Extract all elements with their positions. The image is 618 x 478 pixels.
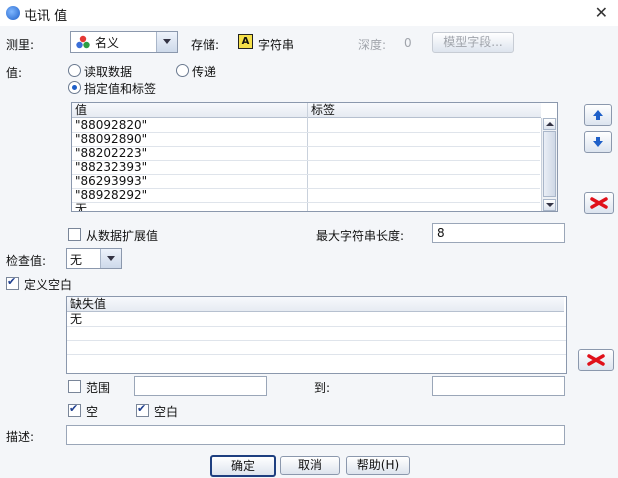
close-icon[interactable]: ✕ bbox=[595, 3, 608, 22]
label-cell[interactable] bbox=[308, 202, 311, 211]
ok-button[interactable]: 确定 bbox=[210, 455, 276, 477]
description-input[interactable] bbox=[66, 425, 565, 445]
move-down-button[interactable] bbox=[584, 131, 612, 153]
null-label: 空 bbox=[86, 405, 99, 419]
label-column-header[interactable]: 标签 bbox=[308, 103, 541, 118]
delete-icon bbox=[590, 197, 608, 209]
nominal-icon bbox=[76, 35, 90, 49]
storage-label: 存储: bbox=[191, 38, 220, 52]
whitespace-label: 空白 bbox=[154, 405, 179, 419]
label-cell[interactable] bbox=[308, 160, 311, 174]
value-cell[interactable]: "88928292" bbox=[72, 188, 147, 202]
values-dialog: 屯讯 值 ✕ 测里: 名义 存储: A 字符串 深度: 0 模型字段... 值:… bbox=[0, 0, 618, 478]
depth-label: 深度: bbox=[358, 38, 387, 52]
specify-values-label: 指定值和标签 bbox=[84, 82, 157, 96]
label-cell[interactable] bbox=[308, 174, 311, 188]
help-button[interactable]: 帮助(H) bbox=[346, 456, 410, 475]
define-blank-checkbox[interactable] bbox=[6, 275, 19, 290]
delete-icon bbox=[587, 354, 605, 366]
define-blank-label: 定义空白 bbox=[24, 278, 73, 292]
delete-value-button[interactable] bbox=[584, 192, 614, 214]
extend-from-data-label: 从数据扩展值 bbox=[86, 229, 159, 243]
table-scrollbar[interactable] bbox=[541, 118, 557, 211]
table-row[interactable]: 无 bbox=[72, 202, 540, 211]
specify-values-radio[interactable] bbox=[68, 81, 81, 94]
check-values-value: 无 bbox=[70, 253, 83, 267]
pass-label: 传递 bbox=[192, 65, 217, 79]
arrow-down-icon bbox=[593, 137, 603, 147]
measure-select[interactable]: 名义 bbox=[70, 31, 178, 53]
label-cell[interactable] bbox=[308, 118, 311, 132]
chevron-down-icon[interactable] bbox=[156, 32, 177, 52]
label-cell[interactable] bbox=[308, 132, 311, 146]
table-row[interactable]: "88092820" bbox=[72, 118, 540, 133]
window-title: 屯讯 值 bbox=[24, 9, 68, 24]
description-label: 描述: bbox=[6, 430, 35, 444]
table-row[interactable] bbox=[67, 326, 566, 341]
depth-value: 0 bbox=[404, 36, 412, 50]
missing-values-table[interactable]: 缺失值 无 bbox=[66, 296, 567, 374]
values-label: 值: bbox=[6, 66, 23, 80]
extend-from-data-checkbox[interactable] bbox=[68, 228, 81, 241]
value-cell[interactable]: "88092890" bbox=[72, 132, 147, 146]
check-values-select[interactable]: 无 bbox=[66, 248, 122, 269]
table-row[interactable]: "88202223" bbox=[72, 146, 540, 161]
read-data-label: 读取数据 bbox=[84, 65, 133, 79]
title-bar: 屯讯 值 ✕ bbox=[0, 0, 618, 26]
whitespace-checkbox[interactable] bbox=[136, 402, 149, 417]
max-string-length-input[interactable]: 8 bbox=[432, 223, 565, 243]
scroll-thumb[interactable] bbox=[543, 131, 556, 197]
range-checkbox[interactable] bbox=[68, 380, 81, 393]
chevron-down-icon[interactable] bbox=[100, 249, 121, 268]
measure-value: 名义 bbox=[95, 36, 120, 50]
table-row[interactable]: "88232393" bbox=[72, 160, 540, 175]
value-cell[interactable]: "86293993" bbox=[72, 174, 147, 188]
scroll-up-icon[interactable] bbox=[543, 118, 556, 130]
string-type-icon: A bbox=[238, 34, 253, 49]
model-field-button[interactable]: 模型字段... bbox=[432, 32, 514, 53]
scroll-down-icon[interactable] bbox=[543, 199, 556, 211]
values-table[interactable]: 值 标签 "88092820" "88092890" "88202223" "8… bbox=[71, 102, 558, 212]
table-row[interactable]: "88092890" bbox=[72, 132, 540, 147]
range-label: 范围 bbox=[86, 381, 111, 395]
value-cell[interactable]: "88092820" bbox=[72, 118, 147, 132]
check-values-label: 检查值: bbox=[6, 254, 47, 268]
table-row[interactable]: 无 bbox=[67, 312, 566, 327]
delete-missing-button[interactable] bbox=[578, 349, 614, 371]
missing-value-cell[interactable] bbox=[67, 326, 70, 340]
app-icon bbox=[6, 6, 20, 20]
arrow-up-icon bbox=[593, 110, 603, 120]
missing-value-cell[interactable] bbox=[67, 340, 70, 354]
cancel-button[interactable]: 取消 bbox=[280, 456, 340, 475]
pass-radio[interactable] bbox=[176, 64, 189, 77]
value-cell[interactable]: "88202223" bbox=[72, 146, 147, 160]
max-string-length-label: 最大字符串长度: bbox=[316, 229, 405, 243]
range-to-label: 到: bbox=[314, 381, 331, 395]
value-cell[interactable]: 无 bbox=[72, 202, 87, 211]
missing-values-header[interactable]: 缺失值 bbox=[67, 297, 564, 312]
table-row[interactable] bbox=[67, 340, 566, 355]
table-row[interactable]: "86293993" bbox=[72, 174, 540, 189]
range-from-input[interactable] bbox=[134, 376, 267, 396]
read-data-radio[interactable] bbox=[68, 64, 81, 77]
move-up-button[interactable] bbox=[584, 104, 612, 126]
value-cell[interactable]: "88232393" bbox=[72, 160, 147, 174]
label-cell[interactable] bbox=[308, 146, 311, 160]
null-checkbox[interactable] bbox=[68, 402, 81, 417]
storage-value: 字符串 bbox=[258, 38, 295, 52]
missing-value-cell[interactable]: 无 bbox=[67, 312, 82, 326]
value-column-header[interactable]: 值 bbox=[72, 103, 307, 118]
table-row[interactable]: "88928292" bbox=[72, 188, 540, 203]
label-cell[interactable] bbox=[308, 188, 311, 202]
range-to-input[interactable] bbox=[432, 376, 565, 396]
measure-label: 测里: bbox=[6, 38, 35, 52]
